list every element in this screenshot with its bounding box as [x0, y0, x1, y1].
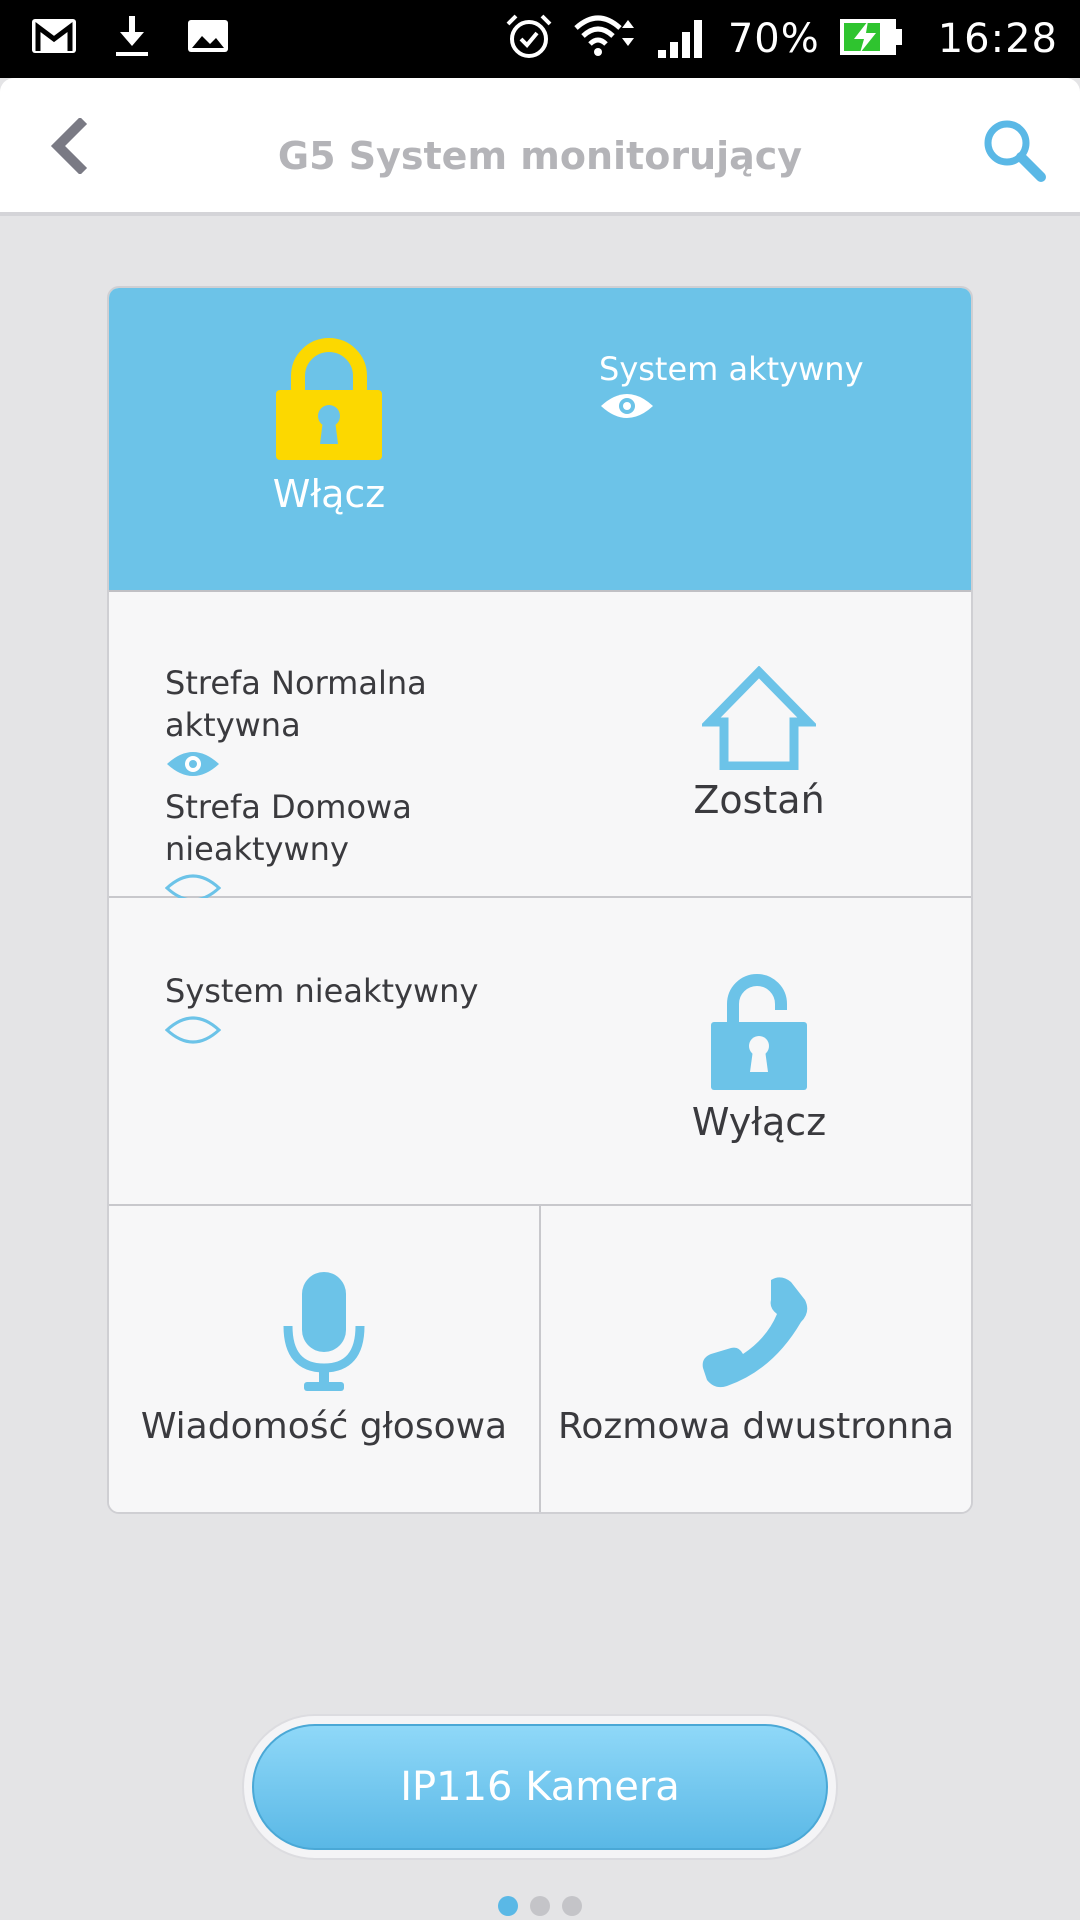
page-dot-3[interactable]: [562, 1896, 582, 1916]
lock-open-icon: [707, 968, 811, 1096]
arm-button-label: Włącz: [272, 472, 386, 516]
page-dot-1[interactable]: [498, 1896, 518, 1916]
zone-status: Strefa Normalna aktywna Strefa Domowa ni…: [164, 662, 505, 910]
wifi-icon: [572, 12, 638, 66]
arm-button[interactable]: Włącz: [239, 338, 419, 528]
disarm-status: System nieaktywny: [164, 970, 479, 1052]
eye-active-icon: [599, 394, 655, 428]
stay-button-label: Zostań: [693, 778, 825, 822]
disarm-section: System nieaktywny Wyłącz: [109, 898, 971, 1206]
eye-inactive-icon: [164, 1016, 222, 1052]
download-icon: [112, 14, 152, 62]
battery-percent: 70%: [727, 16, 820, 62]
battery-charging-icon: [838, 15, 904, 63]
eye-active-icon: [165, 752, 221, 786]
phone-icon: [701, 1272, 811, 1396]
disarm-status-text: System nieaktywny: [165, 972, 479, 1010]
bottom-actions: Wiadomość głosowa Rozmowa dwustronna: [109, 1206, 971, 1512]
zone-home-status: Strefa Domowa nieaktywny: [165, 788, 412, 868]
camera-button[interactable]: IP116 Kamera: [252, 1724, 828, 1850]
home-icon: [699, 665, 819, 774]
signal-icon: [656, 14, 710, 64]
clock: 16:28: [937, 16, 1058, 62]
disarm-button-label: Wyłącz: [691, 1100, 827, 1144]
two-way-call-button[interactable]: Rozmowa dwustronna: [541, 1206, 971, 1512]
page-title: G5 System monitorujący: [277, 134, 803, 178]
disarm-button[interactable]: Wyłącz: [659, 968, 859, 1148]
search-button[interactable]: [974, 112, 1054, 192]
alarm-icon: [504, 12, 554, 66]
zone-normal-status: Strefa Normalna aktywna: [165, 664, 427, 744]
two-way-call-label: Rozmowa dwustronna: [557, 1406, 955, 1447]
lock-closed-icon: [274, 338, 384, 466]
microphone-icon: [282, 1270, 366, 1398]
camera-button-frame: IP116 Kamera: [242, 1714, 838, 1860]
stay-button[interactable]: Zostań: [659, 665, 859, 826]
gmail-icon: [30, 17, 78, 59]
arm-status: System aktywny: [599, 350, 864, 428]
control-panel-card: Włącz System aktywny Strefa Normalna akt…: [107, 286, 973, 1514]
home-section: Strefa Normalna aktywna Strefa Domowa ni…: [109, 592, 971, 902]
arm-section: Włącz System aktywny: [109, 288, 971, 592]
page-dot-2[interactable]: [530, 1896, 550, 1916]
image-icon: [186, 18, 230, 58]
voice-message-button[interactable]: Wiadomość głosowa: [109, 1206, 541, 1512]
arm-status-text: System aktywny: [599, 350, 864, 388]
search-icon: [979, 115, 1049, 189]
app-bar: G5 System monitorujący: [0, 78, 1080, 216]
status-bar: 70% 16:28: [0, 0, 1080, 78]
page-indicator: [0, 1896, 1080, 1916]
voice-message-label: Wiadomość głosowa: [140, 1406, 508, 1447]
